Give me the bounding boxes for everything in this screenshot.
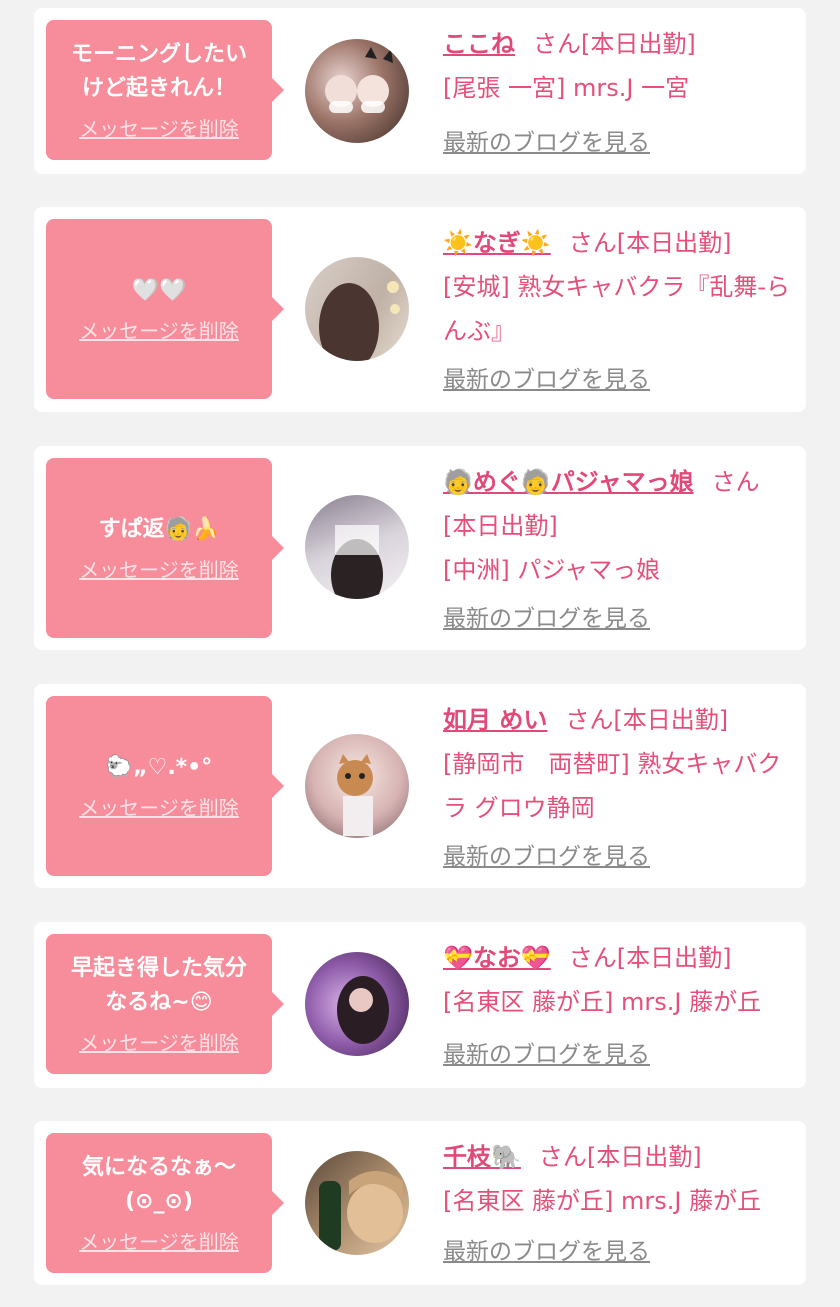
message-bubble: 🐑„♡.*•° メッセージを削除 [46, 696, 284, 876]
latest-blog-link[interactable]: 最新のブログを見る [443, 1237, 650, 1267]
cast-card: すぱ返🧓🍌 メッセージを削除 🧓めぐ🧓パジャマっ娘 さん[本日出勤] [中洲] パ… [34, 446, 806, 650]
cast-name-link[interactable]: 💝なお💝 [443, 944, 551, 972]
latest-blog-link[interactable]: 最新のブログを見る [443, 842, 650, 872]
message-text: 気になるなぁ〜 (⊙_⊙) [81, 1155, 236, 1214]
message-text: モーニングしたい けど起きれん！ [70, 42, 247, 101]
cast-status: さん[本日出勤] [568, 944, 732, 972]
shop-name: [安城] 熟女キャバクラ『乱舞-らんぶ』 [443, 273, 791, 345]
cast-name-link[interactable]: ここね [443, 30, 515, 58]
cast-name-link[interactable]: 千枝🐘 [443, 1143, 521, 1171]
delete-message-link[interactable]: メッセージを削除 [79, 318, 239, 344]
avatar[interactable] [305, 1151, 409, 1255]
latest-blog-link[interactable]: 最新のブログを見る [443, 365, 650, 395]
shop-name: [静岡市 両替町] 熟女キャバクラ グロウ静岡 [443, 750, 782, 822]
message-bubble: 気になるなぁ〜 (⊙_⊙) メッセージを削除 [46, 1133, 284, 1273]
cast-info: ☀️なぎ☀️ さん[本日出勤] [安城] 熟女キャバクラ『乱舞-らんぶ』 [443, 221, 792, 353]
latest-blog-link[interactable]: 最新のブログを見る [443, 1040, 650, 1070]
latest-blog-link[interactable]: 最新のブログを見る [443, 128, 650, 158]
cast-name-link[interactable]: ☀️なぎ☀️ [443, 229, 551, 257]
cast-status: さん[本日出勤] [568, 229, 732, 257]
latest-blog-link[interactable]: 最新のブログを見る [443, 604, 650, 634]
cast-status: さん[本日出勤] [565, 706, 729, 734]
message-text: すぱ返🧓🍌 [98, 517, 220, 542]
cast-name-link[interactable]: 🧓めぐ🧓パジャマっ娘 [443, 468, 694, 496]
cast-status: さん[本日出勤] [538, 1143, 702, 1171]
avatar[interactable] [305, 734, 409, 838]
message-bubble: モーニングしたい けど起きれん！ メッセージを削除 [46, 20, 284, 160]
cast-info: 💝なお💝 さん[本日出勤] [名東区 藤が丘] mrs.J 藤が丘 [443, 936, 792, 1024]
message-text: 早起き得した気分 なるね~😊 [70, 956, 247, 1015]
cast-info: 千枝🐘 さん[本日出勤] [名東区 藤が丘] mrs.J 藤が丘 [443, 1135, 792, 1223]
avatar[interactable] [305, 39, 409, 143]
avatar[interactable] [305, 952, 409, 1056]
cast-card: 早起き得した気分 なるね~😊 メッセージを削除 💝なお💝 さん[本日出勤] [名東… [34, 922, 806, 1088]
delete-message-link[interactable]: メッセージを削除 [79, 116, 239, 142]
message-text: 🤍🤍 [131, 278, 187, 303]
delete-message-link[interactable]: メッセージを削除 [79, 557, 239, 583]
cast-card: 🐑„♡.*•° メッセージを削除 如月 めい さん[本日出勤] [静岡市 両替町]… [34, 684, 806, 888]
cast-info: ここね さん[本日出勤] [尾張 一宮] mrs.J 一宮 [443, 22, 792, 110]
message-bubble: 早起き得した気分 なるね~😊 メッセージを削除 [46, 934, 284, 1074]
cast-card: モーニングしたい けど起きれん！ メッセージを削除 ここね さん[本日出勤] [尾… [34, 8, 806, 174]
cast-name-link[interactable]: 如月 めい [443, 706, 547, 734]
cast-info: 🧓めぐ🧓パジャマっ娘 さん[本日出勤] [中洲] パジャマっ娘 [443, 460, 792, 592]
delete-message-link[interactable]: メッセージを削除 [79, 1229, 239, 1255]
cast-card: 気になるなぁ〜 (⊙_⊙) メッセージを削除 千枝🐘 さん[本日出勤] [名東区 … [34, 1121, 806, 1285]
delete-message-link[interactable]: メッセージを削除 [79, 795, 239, 821]
shop-name: [中洲] パジャマっ娘 [443, 556, 661, 584]
cast-info: 如月 めい さん[本日出勤] [静岡市 両替町] 熟女キャバクラ グロウ静岡 [443, 698, 792, 830]
avatar[interactable] [305, 495, 409, 599]
message-bubble: すぱ返🧓🍌 メッセージを削除 [46, 458, 284, 638]
shop-name: [名東区 藤が丘] mrs.J 藤が丘 [443, 988, 762, 1016]
shop-name: [名東区 藤が丘] mrs.J 藤が丘 [443, 1187, 762, 1215]
shop-name: [尾張 一宮] mrs.J 一宮 [443, 74, 690, 102]
avatar[interactable] [305, 257, 409, 361]
message-text: 🐑„♡.*•° [105, 755, 213, 780]
delete-message-link[interactable]: メッセージを削除 [79, 1030, 239, 1056]
cast-card: 🤍🤍 メッセージを削除 ☀️なぎ☀️ さん[本日出勤] [安城] 熟女キャバクラ『… [34, 207, 806, 412]
message-bubble: 🤍🤍 メッセージを削除 [46, 219, 284, 399]
cast-status: さん[本日出勤] [533, 30, 696, 58]
favorite-list: モーニングしたい けど起きれん！ メッセージを削除 ここね さん[本日出勤] [尾… [0, 0, 840, 1307]
